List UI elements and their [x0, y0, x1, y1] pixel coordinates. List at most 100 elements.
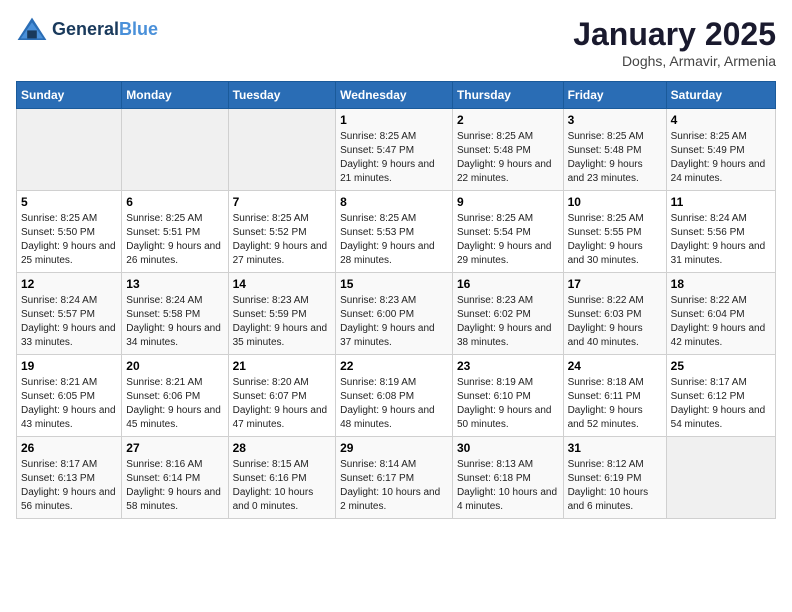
day-cell: 19Sunrise: 8:21 AMSunset: 6:05 PMDayligh… [17, 355, 122, 437]
day-info: Sunrise: 8:24 AMSunset: 5:56 PMDaylight:… [671, 212, 771, 268]
day-info: Sunrise: 8:25 AMSunset: 5:55 PMDaylight:… [568, 212, 662, 268]
day-number: 4 [671, 113, 771, 127]
day-cell [228, 109, 336, 191]
day-cell: 17Sunrise: 8:22 AMSunset: 6:03 PMDayligh… [563, 273, 666, 355]
day-info: Sunrise: 8:17 AMSunset: 6:12 PMDaylight:… [671, 376, 771, 432]
day-number: 19 [21, 359, 117, 373]
day-cell: 23 Sunrise: 8:19 AMSunset: 6:10 PMDayligh… [452, 355, 563, 437]
day-number: 25 [671, 359, 771, 373]
week-row-1: 1 Sunrise: 8:25 AMSunset: 5:47 PMDaylight… [17, 109, 776, 191]
day-cell: 25 Sunrise: 8:17 AMSunset: 6:12 PMDayligh… [666, 355, 775, 437]
day-cell: 21Sunrise: 8:20 AMSunset: 6:07 PMDayligh… [228, 355, 336, 437]
logo-text: GeneralBlue [52, 20, 158, 40]
day-header-thursday: Thursday [452, 82, 563, 109]
day-cell: 18Sunrise: 8:22 AMSunset: 6:04 PMDayligh… [666, 273, 775, 355]
day-number: 11 [671, 195, 771, 209]
day-info: Sunrise: 8:12 AMSunset: 6:19 PMDaylight:… [568, 458, 662, 514]
day-info: Sunrise: 8:22 AMSunset: 6:04 PMDaylight:… [671, 294, 771, 350]
day-cell [17, 109, 122, 191]
day-number: 6 [126, 195, 223, 209]
day-cell [666, 437, 775, 519]
day-header-friday: Friday [563, 82, 666, 109]
day-number: 2 [457, 113, 559, 127]
day-info: Sunrise: 8:25 AMSunset: 5:51 PMDaylight:… [126, 212, 223, 268]
week-row-5: 26 Sunrise: 8:17 AMSunset: 6:13 PMDayligh… [17, 437, 776, 519]
day-number: 12 [21, 277, 117, 291]
day-header-tuesday: Tuesday [228, 82, 336, 109]
day-header-sunday: Sunday [17, 82, 122, 109]
logo: GeneralBlue [16, 16, 158, 44]
day-cell: 6 Sunrise: 8:25 AMSunset: 5:51 PMDaylight… [122, 191, 228, 273]
subtitle: Doghs, Armavir, Armenia [573, 53, 776, 69]
day-info: Sunrise: 8:19 AMSunset: 6:10 PMDaylight:… [457, 376, 559, 432]
day-number: 22 [340, 359, 448, 373]
day-number: 24 [568, 359, 662, 373]
day-cell: 15Sunrise: 8:23 AMSunset: 6:00 PMDayligh… [336, 273, 453, 355]
day-cell: 8 Sunrise: 8:25 AMSunset: 5:53 PMDaylight… [336, 191, 453, 273]
day-number: 17 [568, 277, 662, 291]
day-info: Sunrise: 8:25 AMSunset: 5:52 PMDaylight:… [233, 212, 332, 268]
day-cell: 26 Sunrise: 8:17 AMSunset: 6:13 PMDayligh… [17, 437, 122, 519]
day-info: Sunrise: 8:25 AMSunset: 5:53 PMDaylight:… [340, 212, 448, 268]
day-info: Sunrise: 8:24 AMSunset: 5:58 PMDaylight:… [126, 294, 223, 350]
day-number: 26 [21, 441, 117, 455]
day-number: 3 [568, 113, 662, 127]
day-cell: 14 Sunrise: 8:23 AMSunset: 5:59 PMDayligh… [228, 273, 336, 355]
week-row-4: 19Sunrise: 8:21 AMSunset: 6:05 PMDayligh… [17, 355, 776, 437]
day-number: 31 [568, 441, 662, 455]
day-cell [122, 109, 228, 191]
day-cell: 22Sunrise: 8:19 AMSunset: 6:08 PMDayligh… [336, 355, 453, 437]
logo-icon [16, 16, 48, 44]
day-number: 8 [340, 195, 448, 209]
day-number: 29 [340, 441, 448, 455]
calendar-table: SundayMondayTuesdayWednesdayThursdayFrid… [16, 81, 776, 519]
day-info: Sunrise: 8:13 AMSunset: 6:18 PMDaylight:… [457, 458, 559, 514]
day-header-wednesday: Wednesday [336, 82, 453, 109]
day-cell: 20Sunrise: 8:21 AMSunset: 6:06 PMDayligh… [122, 355, 228, 437]
day-cell: 10 Sunrise: 8:25 AMSunset: 5:55 PMDayligh… [563, 191, 666, 273]
day-number: 1 [340, 113, 448, 127]
day-info: Sunrise: 8:15 AMSunset: 6:16 PMDaylight:… [233, 458, 332, 514]
day-number: 14 [233, 277, 332, 291]
day-header-monday: Monday [122, 82, 228, 109]
day-number: 23 [457, 359, 559, 373]
day-info: Sunrise: 8:24 AMSunset: 5:57 PMDaylight:… [21, 294, 117, 350]
day-cell: 13 Sunrise: 8:24 AMSunset: 5:58 PMDayligh… [122, 273, 228, 355]
day-info: Sunrise: 8:17 AMSunset: 6:13 PMDaylight:… [21, 458, 117, 514]
day-info: Sunrise: 8:25 AMSunset: 5:54 PMDaylight:… [457, 212, 559, 268]
day-cell: 29 Sunrise: 8:14 AMSunset: 6:17 PMDayligh… [336, 437, 453, 519]
day-cell: 9 Sunrise: 8:25 AMSunset: 5:54 PMDaylight… [452, 191, 563, 273]
day-header-saturday: Saturday [666, 82, 775, 109]
day-cell: 30 Sunrise: 8:13 AMSunset: 6:18 PMDayligh… [452, 437, 563, 519]
day-info: Sunrise: 8:25 AMSunset: 5:47 PMDaylight:… [340, 130, 448, 186]
day-info: Sunrise: 8:21 AMSunset: 6:06 PMDaylight:… [126, 376, 223, 432]
day-info: Sunrise: 8:25 AMSunset: 5:49 PMDaylight:… [671, 130, 771, 186]
day-info: Sunrise: 8:18 AMSunset: 6:11 PMDaylight:… [568, 376, 662, 432]
week-row-2: 5 Sunrise: 8:25 AMSunset: 5:50 PMDaylight… [17, 191, 776, 273]
main-title: January 2025 [573, 16, 776, 53]
day-cell: 1 Sunrise: 8:25 AMSunset: 5:47 PMDaylight… [336, 109, 453, 191]
day-cell: 24 Sunrise: 8:18 AMSunset: 6:11 PMDayligh… [563, 355, 666, 437]
day-cell: 5 Sunrise: 8:25 AMSunset: 5:50 PMDaylight… [17, 191, 122, 273]
day-info: Sunrise: 8:23 AMSunset: 6:00 PMDaylight:… [340, 294, 448, 350]
day-info: Sunrise: 8:16 AMSunset: 6:14 PMDaylight:… [126, 458, 223, 514]
day-number: 5 [21, 195, 117, 209]
day-cell: 4 Sunrise: 8:25 AMSunset: 5:49 PMDaylight… [666, 109, 775, 191]
day-info: Sunrise: 8:14 AMSunset: 6:17 PMDaylight:… [340, 458, 448, 514]
day-info: Sunrise: 8:23 AMSunset: 5:59 PMDaylight:… [233, 294, 332, 350]
day-cell: 7Sunrise: 8:25 AMSunset: 5:52 PMDaylight… [228, 191, 336, 273]
day-number: 16 [457, 277, 559, 291]
day-info: Sunrise: 8:25 AMSunset: 5:50 PMDaylight:… [21, 212, 117, 268]
day-number: 13 [126, 277, 223, 291]
day-number: 10 [568, 195, 662, 209]
day-info: Sunrise: 8:25 AMSunset: 5:48 PMDaylight:… [457, 130, 559, 186]
calendar-header-row: SundayMondayTuesdayWednesdayThursdayFrid… [17, 82, 776, 109]
day-number: 27 [126, 441, 223, 455]
day-number: 9 [457, 195, 559, 209]
day-number: 30 [457, 441, 559, 455]
day-cell: 2 Sunrise: 8:25 AMSunset: 5:48 PMDaylight… [452, 109, 563, 191]
day-cell: 11 Sunrise: 8:24 AMSunset: 5:56 PMDayligh… [666, 191, 775, 273]
day-cell: 16Sunrise: 8:23 AMSunset: 6:02 PMDayligh… [452, 273, 563, 355]
day-cell: 12 Sunrise: 8:24 AMSunset: 5:57 PMDayligh… [17, 273, 122, 355]
title-area: January 2025 Doghs, Armavir, Armenia [573, 16, 776, 69]
